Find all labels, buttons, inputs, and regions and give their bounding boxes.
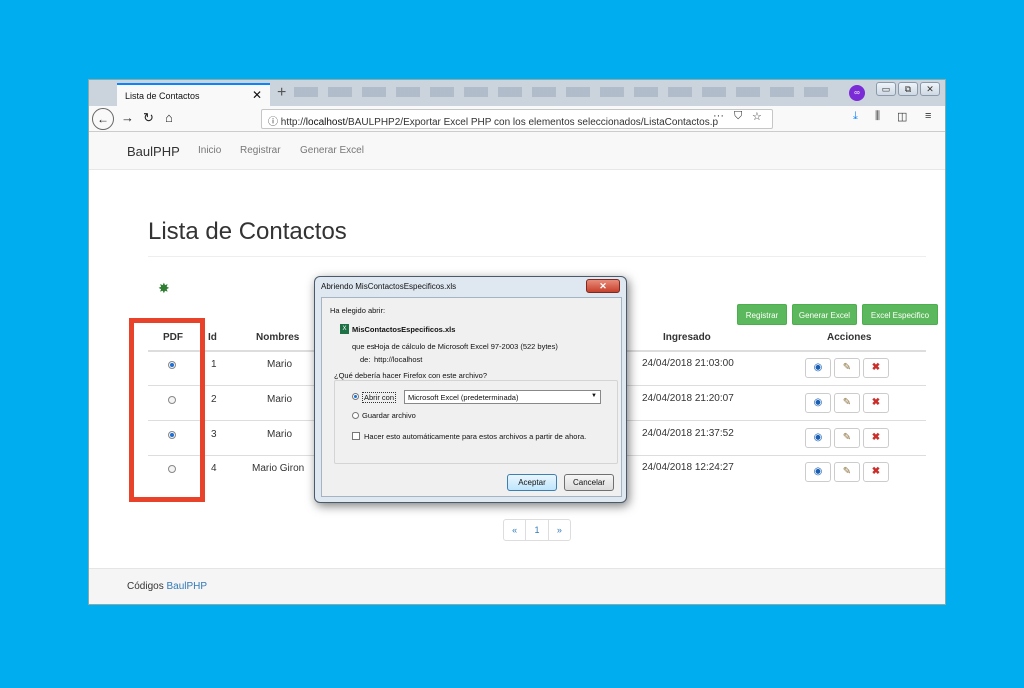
delete-x-icon[interactable]: ✖	[863, 428, 889, 448]
footer-text: Códigos BaulPHP	[127, 581, 207, 592]
page-actions-icon[interactable]: ···	[713, 110, 724, 122]
footer-label: Códigos	[127, 581, 167, 592]
accept-button[interactable]: Aceptar	[507, 474, 557, 491]
library-icon[interactable]: ⫼	[875, 110, 880, 123]
page-title: Lista de Contactos	[148, 218, 347, 245]
cell-nombre: Mario Giron	[252, 463, 305, 474]
tab-strip: Lista de Contactos ✕ + ∞ ▭ ⧉ ✕	[89, 80, 945, 106]
cell-ingresado: 24/04/2018 12:24:27	[642, 462, 734, 473]
pager-page-1[interactable]: 1	[526, 520, 549, 540]
dialog-from-label: de:	[360, 355, 371, 364]
save-file-label[interactable]: Guardar archivo	[362, 411, 416, 420]
view-eye-icon[interactable]: ◉	[805, 358, 831, 378]
cell-id: 4	[211, 463, 217, 474]
cell-nombre: Mario	[267, 359, 293, 370]
blurred-tabs	[294, 87, 834, 97]
nav-inicio[interactable]: Inicio	[198, 145, 221, 156]
dialog-type-label: que es:	[352, 342, 377, 351]
info-icon[interactable]: ⓘ	[268, 117, 278, 128]
delete-x-icon[interactable]: ✖	[863, 358, 889, 378]
gear-icon[interactable]: ✸	[158, 280, 170, 297]
dialog-title: Abriendo MisContactosEspecificos.xls	[321, 282, 457, 291]
cell-nombre: Mario	[267, 394, 293, 405]
cell-ingresado: 24/04/2018 21:37:52	[642, 428, 734, 439]
open-with-radio[interactable]	[352, 393, 359, 400]
dialog-type-value: Hoja de cálculo de Microsoft Excel 97-20…	[374, 342, 558, 351]
reload-icon[interactable]: ↻	[143, 110, 154, 126]
delete-x-icon[interactable]: ✖	[863, 462, 889, 482]
delete-x-icon[interactable]: ✖	[863, 393, 889, 413]
tab-lista-contactos[interactable]: Lista de Contactos ✕	[117, 83, 270, 106]
nav-generar-excel[interactable]: Generar Excel	[300, 145, 364, 156]
excel-especifico-button[interactable]: Excel Especifico	[862, 304, 938, 325]
edit-pencil-icon[interactable]: ✎	[834, 393, 860, 413]
tab-close-icon[interactable]: ✕	[252, 88, 262, 102]
cell-ingresado: 24/04/2018 21:20:07	[642, 393, 734, 404]
cell-id: 1	[211, 359, 217, 370]
dialog-intro: Ha elegido abrir:	[330, 306, 386, 315]
chevron-down-icon: ▼	[591, 393, 597, 399]
dialog-from-value: http://localhost	[374, 355, 423, 364]
auto-action-label[interactable]: Hacer esto automáticamente para estos ar…	[364, 432, 586, 441]
sidebar-icon[interactable]: ◫	[897, 110, 907, 123]
url-host: localhost	[305, 117, 346, 128]
open-with-select[interactable]: Microsoft Excel (predeterminada) ▼	[404, 390, 601, 404]
cell-nombre: Mario	[267, 429, 293, 440]
generar-excel-button[interactable]: Generar Excel	[792, 304, 857, 325]
cancel-button[interactable]: Cancelar	[564, 474, 614, 491]
th-id: Id	[208, 332, 217, 343]
cell-id: 2	[211, 394, 217, 405]
back-icon[interactable]: ←	[92, 108, 114, 130]
edit-pencil-icon[interactable]: ✎	[834, 358, 860, 378]
minimize-icon[interactable]: ▭	[876, 82, 896, 96]
th-acciones: Acciones	[827, 332, 872, 343]
url-bar[interactable]: ⓘ http://localhost/BAULPHP2/Exportar Exc…	[261, 109, 773, 129]
th-ingresado: Ingresado	[663, 332, 711, 343]
cell-ingresado: 24/04/2018 21:03:00	[642, 358, 734, 369]
pocket-icon[interactable]: ⛉	[734, 110, 742, 123]
site-brand[interactable]: BaulPHP	[127, 144, 180, 159]
save-file-radio[interactable]	[352, 412, 359, 419]
cell-id: 3	[211, 429, 217, 440]
new-tab-icon[interactable]: +	[277, 84, 286, 102]
url-prefix: http://	[280, 117, 306, 128]
open-file-dialog: Abriendo MisContactosEspecificos.xls ✕ H…	[314, 276, 627, 503]
nav-registrar[interactable]: Registrar	[240, 145, 281, 156]
auto-action-checkbox[interactable]	[352, 432, 360, 440]
edit-pencil-icon[interactable]: ✎	[834, 462, 860, 482]
excel-file-icon: X	[340, 324, 349, 334]
title-divider	[148, 256, 926, 257]
private-browsing-icon: ∞	[849, 85, 865, 101]
pdf-column-highlight	[129, 318, 205, 502]
menu-icon[interactable]: ≡	[925, 110, 931, 122]
open-with-label[interactable]: Abrir con	[362, 392, 397, 403]
pager-next[interactable]: »	[549, 520, 570, 540]
restore-icon[interactable]: ⧉	[898, 82, 918, 96]
footer: Códigos BaulPHP	[89, 568, 945, 604]
dialog-question: ¿Qué debería hacer Firefox con este arch…	[334, 371, 487, 380]
edit-pencil-icon[interactable]: ✎	[834, 428, 860, 448]
navigation-bar: ← → ↻ ⌂ ⓘ http://localhost/BAULPHP2/Expo…	[89, 106, 945, 132]
bookmark-star-icon[interactable]: ☆	[752, 110, 762, 123]
view-eye-icon[interactable]: ◉	[805, 462, 831, 482]
registrar-button[interactable]: Registrar	[737, 304, 787, 325]
dialog-body: Ha elegido abrir: X MisContactosEspecifi…	[321, 297, 622, 497]
download-icon[interactable]: ⤓	[853, 110, 858, 123]
th-nombres: Nombres	[256, 332, 300, 343]
url-path: /BAULPHP2/Exportar Excel PHP con los ele…	[345, 117, 719, 128]
open-with-app: Microsoft Excel (predeterminada)	[408, 393, 519, 402]
home-icon[interactable]: ⌂	[165, 110, 173, 125]
footer-link[interactable]: BaulPHP	[166, 581, 207, 592]
pager-prev[interactable]: «	[504, 520, 527, 540]
site-navbar: BaulPHP Inicio Registrar Generar Excel	[89, 132, 945, 170]
view-eye-icon[interactable]: ◉	[805, 393, 831, 413]
pagination: « 1 »	[503, 519, 571, 541]
dialog-filename: MisContactosEspecificos.xls	[352, 325, 456, 334]
window-close-icon[interactable]: ✕	[920, 82, 940, 96]
view-eye-icon[interactable]: ◉	[805, 428, 831, 448]
dialog-close-icon[interactable]: ✕	[586, 279, 620, 293]
tab-title: Lista de Contactos	[125, 91, 200, 101]
forward-icon[interactable]: →	[121, 110, 134, 125]
